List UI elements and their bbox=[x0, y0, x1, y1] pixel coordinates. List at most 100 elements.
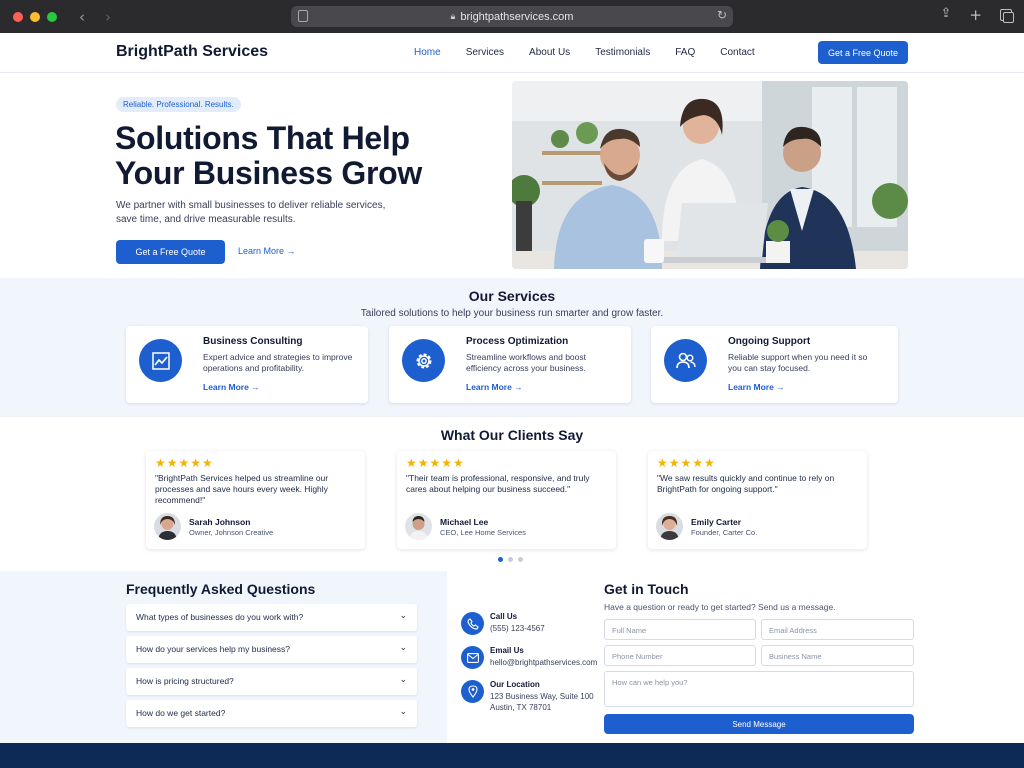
service-card-optimization[interactable]: Process Optimization Streamline workflow… bbox=[389, 326, 631, 403]
faq-question: How do we get started? bbox=[136, 708, 226, 718]
nav-link-services[interactable]: Services bbox=[466, 47, 504, 58]
avatar bbox=[405, 513, 432, 540]
browser-actions: ⇪ + bbox=[941, 6, 1014, 24]
nav-link-faq[interactable]: FAQ bbox=[675, 47, 695, 58]
testimonials-section: What Our Clients Say ★★★★★ "BrightPath S… bbox=[0, 416, 1024, 571]
chart-line-icon bbox=[139, 339, 182, 382]
chevron-down-icon: ⌄ bbox=[399, 643, 407, 653]
site-footer bbox=[0, 743, 1024, 768]
service-learn-more-link[interactable]: Learn More → bbox=[728, 382, 785, 392]
services-subtitle: Tailored solutions to help your business… bbox=[360, 308, 664, 319]
faq-section: Frequently Asked Questions What types of… bbox=[0, 571, 447, 743]
faq-question: What types of businesses do you work wit… bbox=[136, 612, 304, 622]
history-controls: ‹ › bbox=[79, 8, 111, 26]
testimonial-quote: "BrightPath Services helped us streamlin… bbox=[155, 473, 329, 505]
carousel-dot[interactable] bbox=[518, 557, 523, 562]
service-name: Business Consulting bbox=[203, 336, 303, 347]
faq-title: Frequently Asked Questions bbox=[126, 581, 316, 597]
contact-value[interactable]: hello@brightpathservices.com bbox=[490, 657, 597, 668]
faq-accordion-item[interactable]: How do your services help my business? ⌄ bbox=[126, 636, 417, 663]
back-icon[interactable]: ‹ bbox=[79, 8, 85, 26]
header-quote-button[interactable]: Get a Free Quote bbox=[818, 41, 908, 64]
browser-toolbar: ‹ › 🔒︎ brightpathservices.com ↻ ⇪ + bbox=[0, 0, 1024, 33]
address-bar[interactable]: 🔒︎ brightpathservices.com ↻ bbox=[291, 6, 733, 27]
testimonial-author: Michael Lee bbox=[440, 517, 489, 527]
hero-tagline-badge: Reliable. Professional. Results. bbox=[116, 97, 241, 112]
web-page: BrightPath Services Home Services About … bbox=[0, 33, 1024, 768]
address-line-1: 123 Business Way, Suite 100 bbox=[490, 692, 594, 701]
services-section: Our Services Tailored solutions to help … bbox=[0, 278, 1024, 416]
chevron-down-icon: ⌄ bbox=[399, 707, 407, 717]
testimonial-quote: "We saw results quickly and continue to … bbox=[657, 473, 835, 494]
service-name: Process Optimization bbox=[466, 336, 569, 347]
contact-value[interactable]: (555) 123-4567 bbox=[490, 623, 545, 634]
service-description: Expert advice and strategies to improve … bbox=[203, 352, 353, 373]
faq-accordion-item[interactable]: How is pricing structured? ⌄ bbox=[126, 668, 417, 695]
testimonial-author: Emily Carter bbox=[691, 517, 742, 527]
window-controls bbox=[13, 11, 57, 22]
hero-learn-more-link[interactable]: Learn More → bbox=[238, 246, 296, 256]
service-learn-more-link[interactable]: Learn More → bbox=[203, 382, 260, 392]
carousel-dot[interactable] bbox=[508, 557, 513, 562]
hero-quote-button[interactable]: Get a Free Quote bbox=[116, 240, 225, 264]
testimonial-role: CEO, Lee Home Services bbox=[440, 528, 526, 537]
nav-link-home[interactable]: Home bbox=[414, 47, 441, 58]
testimonials-title: What Our Clients Say bbox=[440, 427, 584, 443]
contact-label: Email Us bbox=[490, 646, 524, 655]
chevron-down-icon: ⌄ bbox=[399, 611, 407, 621]
new-tab-icon[interactable]: + bbox=[969, 6, 982, 24]
share-icon[interactable]: ⇪ bbox=[941, 6, 952, 24]
hero-section: Reliable. Professional. Results. Solutio… bbox=[0, 73, 1024, 278]
forward-icon[interactable]: › bbox=[105, 8, 111, 26]
nav-link-testimonials[interactable]: Testimonials bbox=[595, 47, 650, 58]
contact-value: 123 Business Way, Suite 100 Austin, TX 7… bbox=[490, 691, 594, 713]
carousel-dot-active[interactable] bbox=[498, 557, 503, 562]
service-card-support[interactable]: Ongoing Support Reliable support when yo… bbox=[651, 326, 898, 403]
contact-section: Call Us (555) 123-4567 Email Us hello@br… bbox=[447, 571, 1024, 743]
close-window-button[interactable] bbox=[13, 11, 23, 22]
tab-overview-icon[interactable] bbox=[1000, 9, 1014, 23]
hero-team-photo bbox=[512, 81, 908, 269]
reload-icon[interactable]: ↻ bbox=[717, 8, 727, 22]
service-description: Streamline workflows and boost efficienc… bbox=[466, 352, 587, 373]
email-field[interactable]: Email Address bbox=[761, 619, 914, 640]
full-name-field[interactable]: Full Name bbox=[604, 619, 756, 640]
main-nav: Home Services About Us Testimonials FAQ … bbox=[414, 47, 780, 58]
avatar bbox=[154, 513, 181, 540]
business-name-field[interactable]: Business Name bbox=[761, 645, 914, 666]
service-learn-more-link[interactable]: Learn More → bbox=[466, 382, 523, 392]
contact-form-subtitle: Have a question or ready to get started?… bbox=[604, 602, 836, 612]
hero-subtitle: We partner with small businesses to deli… bbox=[116, 200, 386, 225]
testimonial-role: Founder, Carter Co. bbox=[691, 528, 758, 537]
users-icon bbox=[664, 339, 707, 382]
hero-title: Solutions That Help Your Business Grow bbox=[115, 120, 422, 191]
send-message-button[interactable]: Send Message bbox=[604, 714, 914, 734]
avatar bbox=[656, 513, 683, 540]
contact-label: Call Us bbox=[490, 612, 518, 621]
minimize-window-button[interactable] bbox=[30, 11, 40, 22]
nav-link-about[interactable]: About Us bbox=[529, 47, 570, 58]
carousel-pagination bbox=[498, 557, 523, 562]
star-rating: ★★★★★ bbox=[406, 456, 465, 470]
faq-question: How do your services help my business? bbox=[136, 644, 291, 654]
faq-question: How is pricing structured? bbox=[136, 676, 234, 686]
service-description: Reliable support when you need it so you… bbox=[728, 352, 868, 373]
message-textarea[interactable]: How can we help you? bbox=[604, 671, 914, 707]
phone-icon bbox=[461, 612, 484, 635]
phone-field[interactable]: Phone Number bbox=[604, 645, 756, 666]
team-photo-illustration bbox=[512, 81, 908, 269]
page-icon bbox=[298, 10, 308, 22]
service-card-consulting[interactable]: Business Consulting Expert advice and st… bbox=[126, 326, 368, 403]
site-logo[interactable]: BrightPath Services bbox=[116, 43, 268, 61]
lock-icon: 🔒︎ bbox=[450, 11, 456, 21]
star-rating: ★★★★★ bbox=[155, 456, 214, 470]
zoom-window-button[interactable] bbox=[47, 11, 57, 22]
testimonial-card: ★★★★★ "We saw results quickly and contin… bbox=[648, 451, 867, 549]
faq-accordion-item[interactable]: What types of businesses do you work wit… bbox=[126, 604, 417, 631]
faq-accordion-item[interactable]: How do we get started? ⌄ bbox=[126, 700, 417, 727]
url-text: brightpathservices.com bbox=[460, 10, 574, 23]
nav-link-contact[interactable]: Contact bbox=[720, 47, 754, 58]
chevron-down-icon: ⌄ bbox=[399, 675, 407, 685]
services-title: Our Services bbox=[468, 288, 556, 304]
testimonial-author: Sarah Johnson bbox=[189, 517, 251, 527]
